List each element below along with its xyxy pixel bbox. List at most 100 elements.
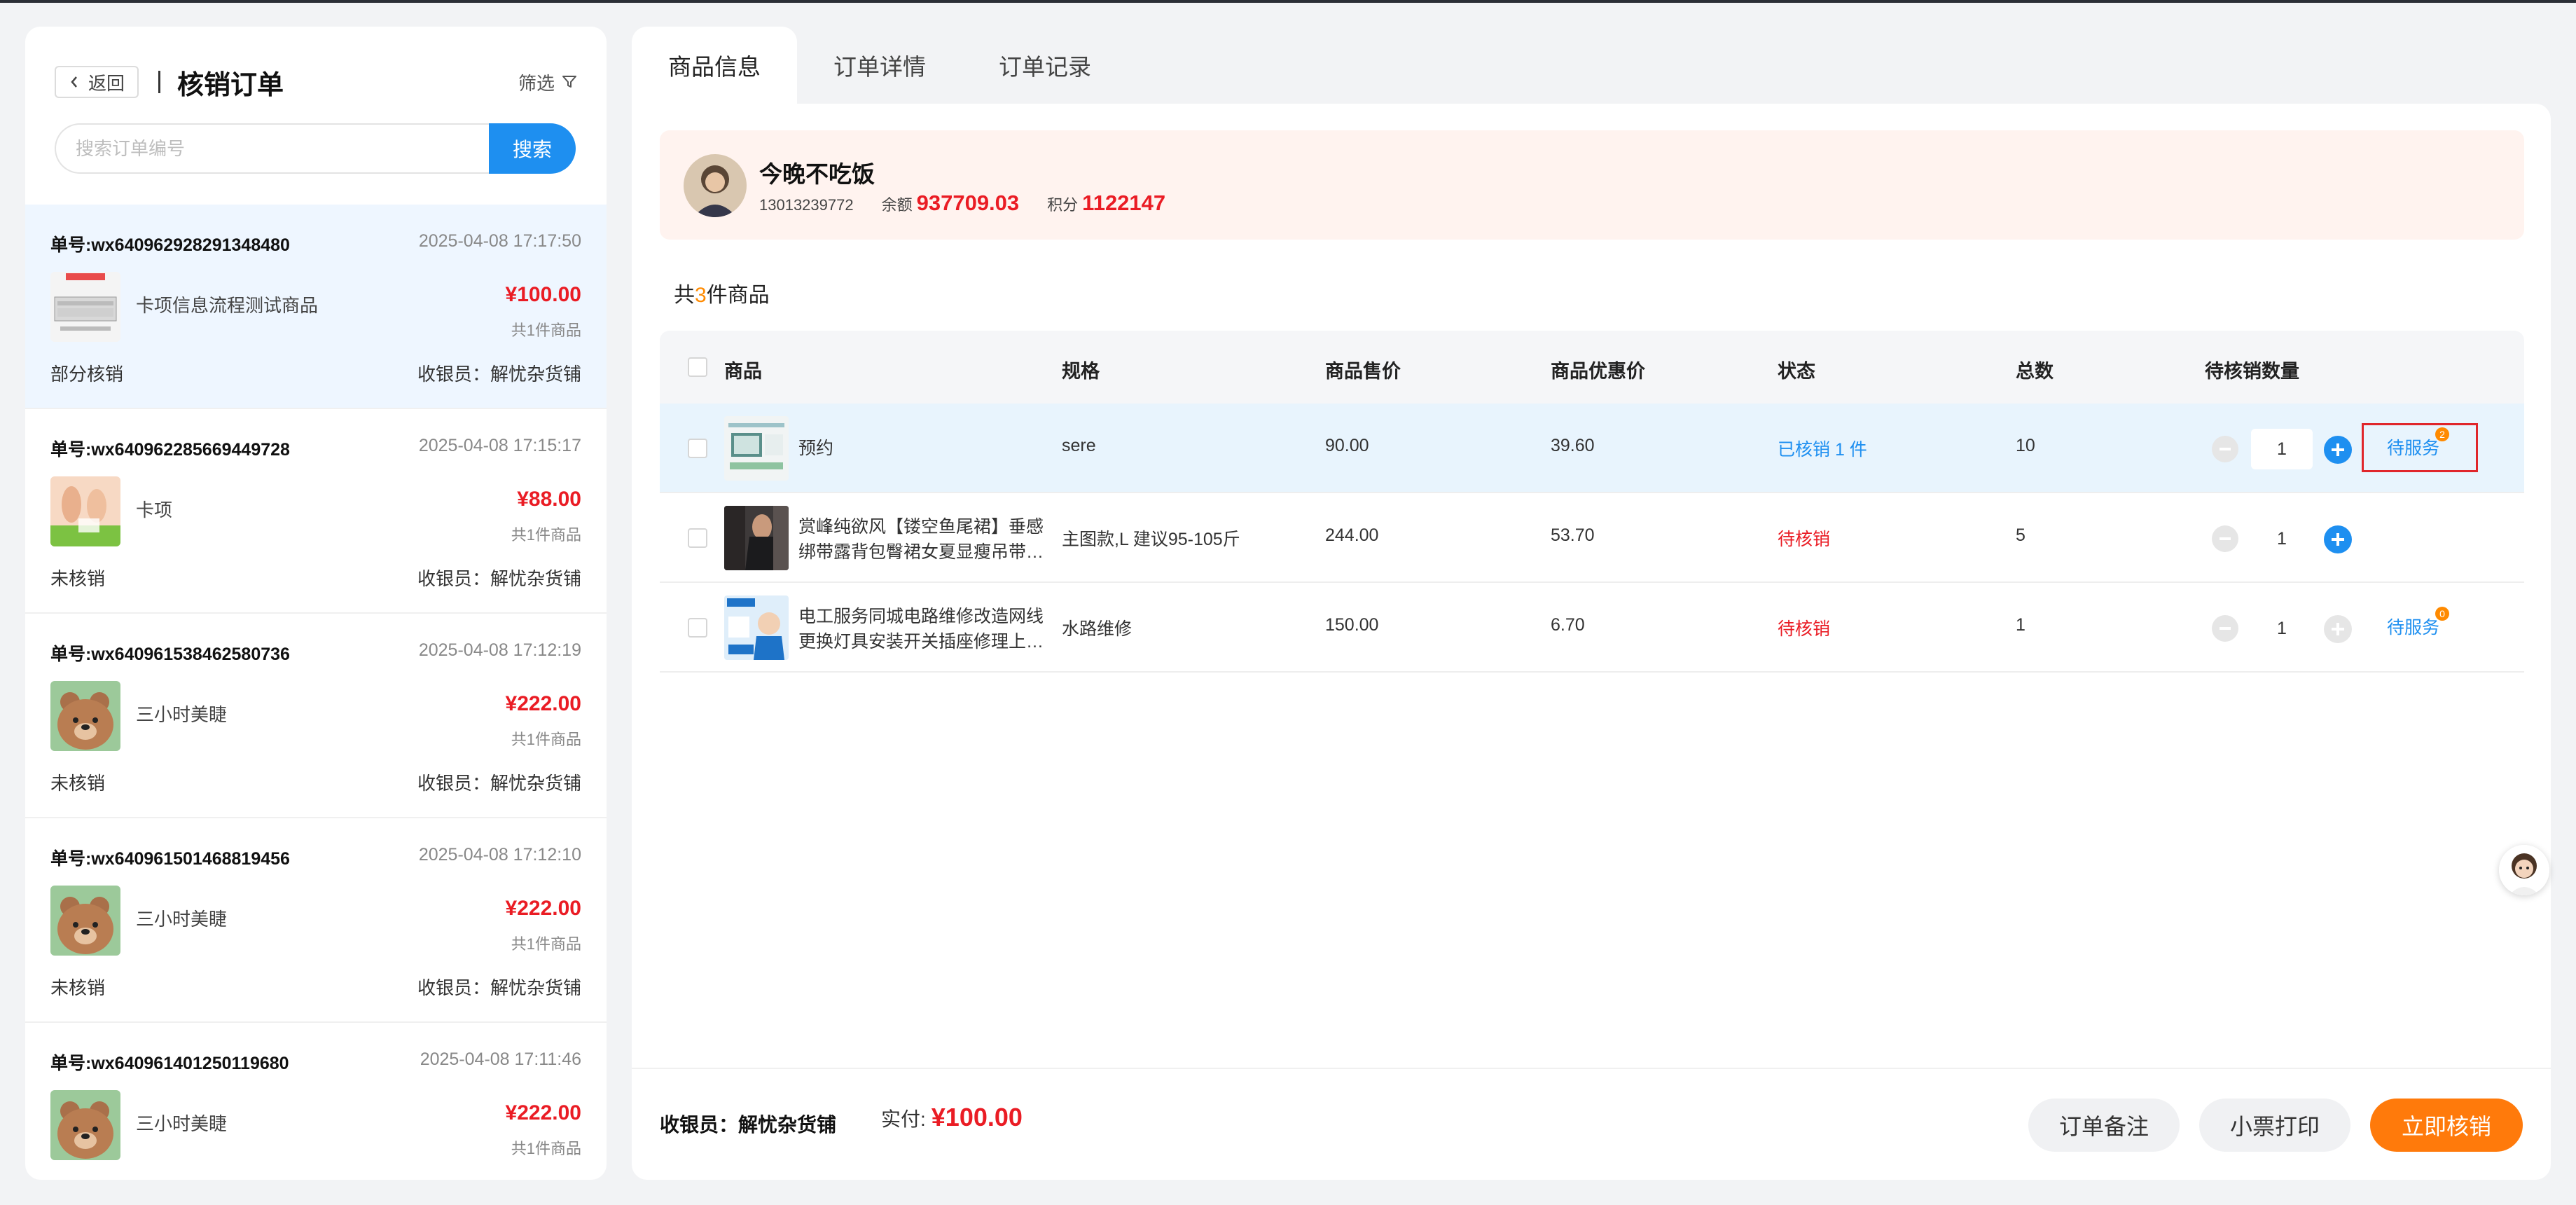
order-time: 2025-04-08 17:12:19: [418, 640, 581, 660]
points-label: 积分: [1047, 196, 1079, 214]
order-cashier: 收银员：解忧杂货铺: [417, 773, 581, 794]
order-card[interactable]: 单号:wx640961401250119680 2025-04-08 17:11…: [25, 1023, 607, 1180]
order-number: 单号:wx640961501468819456: [50, 849, 290, 869]
order-item-count: 共1件商品: [511, 935, 581, 953]
goods-spec: 水路维修: [1062, 619, 1133, 639]
table-row[interactable]: 预约 sere 90.00 39.60 已核销 1 件 10 1 待服务 2: [660, 404, 2524, 493]
goods-name: 预约: [798, 436, 1048, 461]
order-product-name: 三小时美睫: [136, 704, 228, 725]
order-list: 单号:wx640962928291348480 2025-04-08 17:17…: [25, 205, 607, 1180]
order-time: 2025-04-08 17:11:46: [420, 1049, 581, 1069]
col-discount: 商品优惠价: [1551, 361, 1645, 382]
order-price: ¥222.00: [505, 692, 581, 715]
order-price: ¥222.00: [505, 897, 581, 920]
verify-now-button[interactable]: 立即核销: [2370, 1099, 2523, 1152]
order-status: 未核销: [50, 568, 106, 589]
row-checkbox[interactable]: [688, 618, 707, 638]
customer-service-avatar[interactable]: [2499, 845, 2549, 895]
tab-bar: 商品信息 订单详情 订单记录: [632, 27, 1128, 104]
qty-input[interactable]: 1: [2251, 608, 2313, 649]
order-number: 单号:wx640961401250119680: [50, 1054, 289, 1073]
order-number: 单号:wx640962928291348480: [50, 235, 290, 255]
goods-name-text: 赏峰纯欲风【镂空鱼尾裙】垂感绑带露背包臀裙女夏显瘦吊带…: [798, 517, 1044, 562]
qty-input[interactable]: 1: [2251, 518, 2313, 559]
print-receipt-button[interactable]: 小票打印: [2199, 1099, 2350, 1152]
back-button[interactable]: 返回: [55, 66, 139, 98]
table-row[interactable]: 电工服务同城电路维修改造网线更换灯具安装开关插座修理上… 水路维修 150.00…: [660, 583, 2524, 673]
service-link[interactable]: 待服务 2: [2387, 427, 2450, 460]
page-title: 核销订单: [177, 70, 284, 100]
order-number: 单号:wx640962285669449728: [50, 440, 290, 460]
cashier-label: 收银员：解忧杂货铺: [660, 1114, 837, 1136]
decrease-qty-button[interactable]: [2212, 615, 2238, 642]
bear-thumb: [50, 1090, 120, 1160]
goods-table: 商品 规格 商品售价 商品优惠价 状态 总数 待核销数量 预约 sere 90.…: [660, 331, 2524, 673]
order-product-name: 卡项: [136, 500, 173, 521]
increase-qty-button[interactable]: [2324, 436, 2352, 464]
service-label: 待服务: [2387, 439, 2440, 458]
member-card: 今晚不吃饭 13013239772 余额 937709.03 积分 112214…: [660, 130, 2524, 240]
col-total: 总数: [2016, 361, 2054, 382]
search-button[interactable]: 搜索: [489, 123, 576, 174]
member-phone: 13013239772: [759, 196, 854, 214]
order-cashier: 收银员：解忧杂货铺: [417, 977, 581, 998]
order-cashier: 收银员：解忧杂货铺: [417, 568, 581, 589]
avatar: [684, 154, 747, 217]
order-card[interactable]: 单号:wx640961538462580736 2025-04-08 17:12…: [25, 614, 607, 818]
balance-value: 937709.03: [916, 191, 1020, 215]
increase-qty-button[interactable]: [2324, 615, 2352, 643]
goods-count-summary: 共3件商品: [674, 277, 770, 308]
member-info: 13013239772 余额 937709.03 积分 1122147: [759, 191, 1165, 216]
order-status: 部分核销: [50, 364, 124, 385]
goods-status: 待核销: [1778, 619, 1831, 639]
increase-qty-button[interactable]: [2324, 525, 2352, 553]
order-price: ¥88.00: [517, 488, 581, 511]
order-item-count: 共1件商品: [511, 731, 581, 748]
order-card[interactable]: 单号:wx640962285669449728 2025-04-08 17:15…: [25, 409, 607, 614]
goods-spec: sere: [1062, 436, 1096, 455]
filter-button[interactable]: 筛选: [518, 69, 577, 95]
table-row[interactable]: 赏峰纯欲风【镂空鱼尾裙】垂感绑带露背包臀裙女夏显瘦吊带… 主图款,L 建议95-…: [660, 493, 2524, 583]
order-item-count: 共1件商品: [511, 526, 581, 544]
service-badge: 0: [2435, 607, 2450, 621]
order-cashier: 收银员：解忧杂货铺: [417, 364, 581, 385]
goods-price: 150.00: [1325, 615, 1379, 635]
tab-goods-info[interactable]: 商品信息: [632, 27, 797, 104]
goods-discount-price: 53.70: [1551, 525, 1595, 545]
filter-label: 筛选: [518, 72, 555, 94]
goods-name: 电工服务同城电路维修改造网线更换灯具安装开关插座修理上…: [798, 604, 1048, 654]
order-note-button[interactable]: 订单备注: [2028, 1099, 2180, 1152]
goods-price: 244.00: [1325, 525, 1379, 545]
title-divider: [158, 71, 161, 93]
order-time: 2025-04-08 17:12:10: [418, 845, 581, 865]
paid-amount: 实付: ¥100.00: [881, 1103, 1023, 1132]
col-pending-qty: 待核销数量: [2205, 361, 2299, 382]
row-checkbox[interactable]: [688, 439, 707, 458]
search-input[interactable]: [55, 123, 489, 174]
goods-name: 赏峰纯欲风【镂空鱼尾裙】垂感绑带露背包臀裙女夏显瘦吊带…: [798, 514, 1048, 565]
order-product-name: 卡项信息流程测试商品: [136, 295, 319, 316]
window-top-edge: [0, 0, 2576, 3]
order-item-count: 共1件商品: [511, 1140, 581, 1157]
order-card[interactable]: 单号:wx640962928291348480 2025-04-08 17:17…: [25, 205, 607, 409]
decrease-qty-button[interactable]: [2212, 436, 2238, 462]
goods-count-suffix: 件商品: [706, 284, 770, 307]
order-card[interactable]: 单号:wx640961501468819456 2025-04-08 17:12…: [25, 818, 607, 1023]
goods-count-number: 3: [695, 284, 707, 307]
service-label: 待服务: [2387, 618, 2440, 638]
paid-label: 实付:: [881, 1108, 926, 1130]
service-badge: 2: [2435, 427, 2450, 441]
chevron-left-icon: [71, 76, 77, 88]
tab-order-detail[interactable]: 订单详情: [797, 27, 962, 104]
goods-status: 已核销 1 件: [1778, 440, 1867, 460]
qty-input[interactable]: 1: [2251, 429, 2313, 469]
goods-name-text: 预约: [798, 439, 834, 458]
table-header: 商品 规格 商品售价 商品优惠价 状态 总数 待核销数量: [660, 331, 2524, 404]
select-all-checkbox[interactable]: [688, 357, 707, 377]
tab-order-record[interactable]: 订单记录: [962, 27, 1128, 104]
row-checkbox[interactable]: [688, 528, 707, 548]
goods-image: [724, 416, 789, 481]
decrease-qty-button[interactable]: [2212, 525, 2238, 552]
massage-thumb: [50, 476, 120, 546]
service-link[interactable]: 待服务 0: [2387, 607, 2450, 639]
